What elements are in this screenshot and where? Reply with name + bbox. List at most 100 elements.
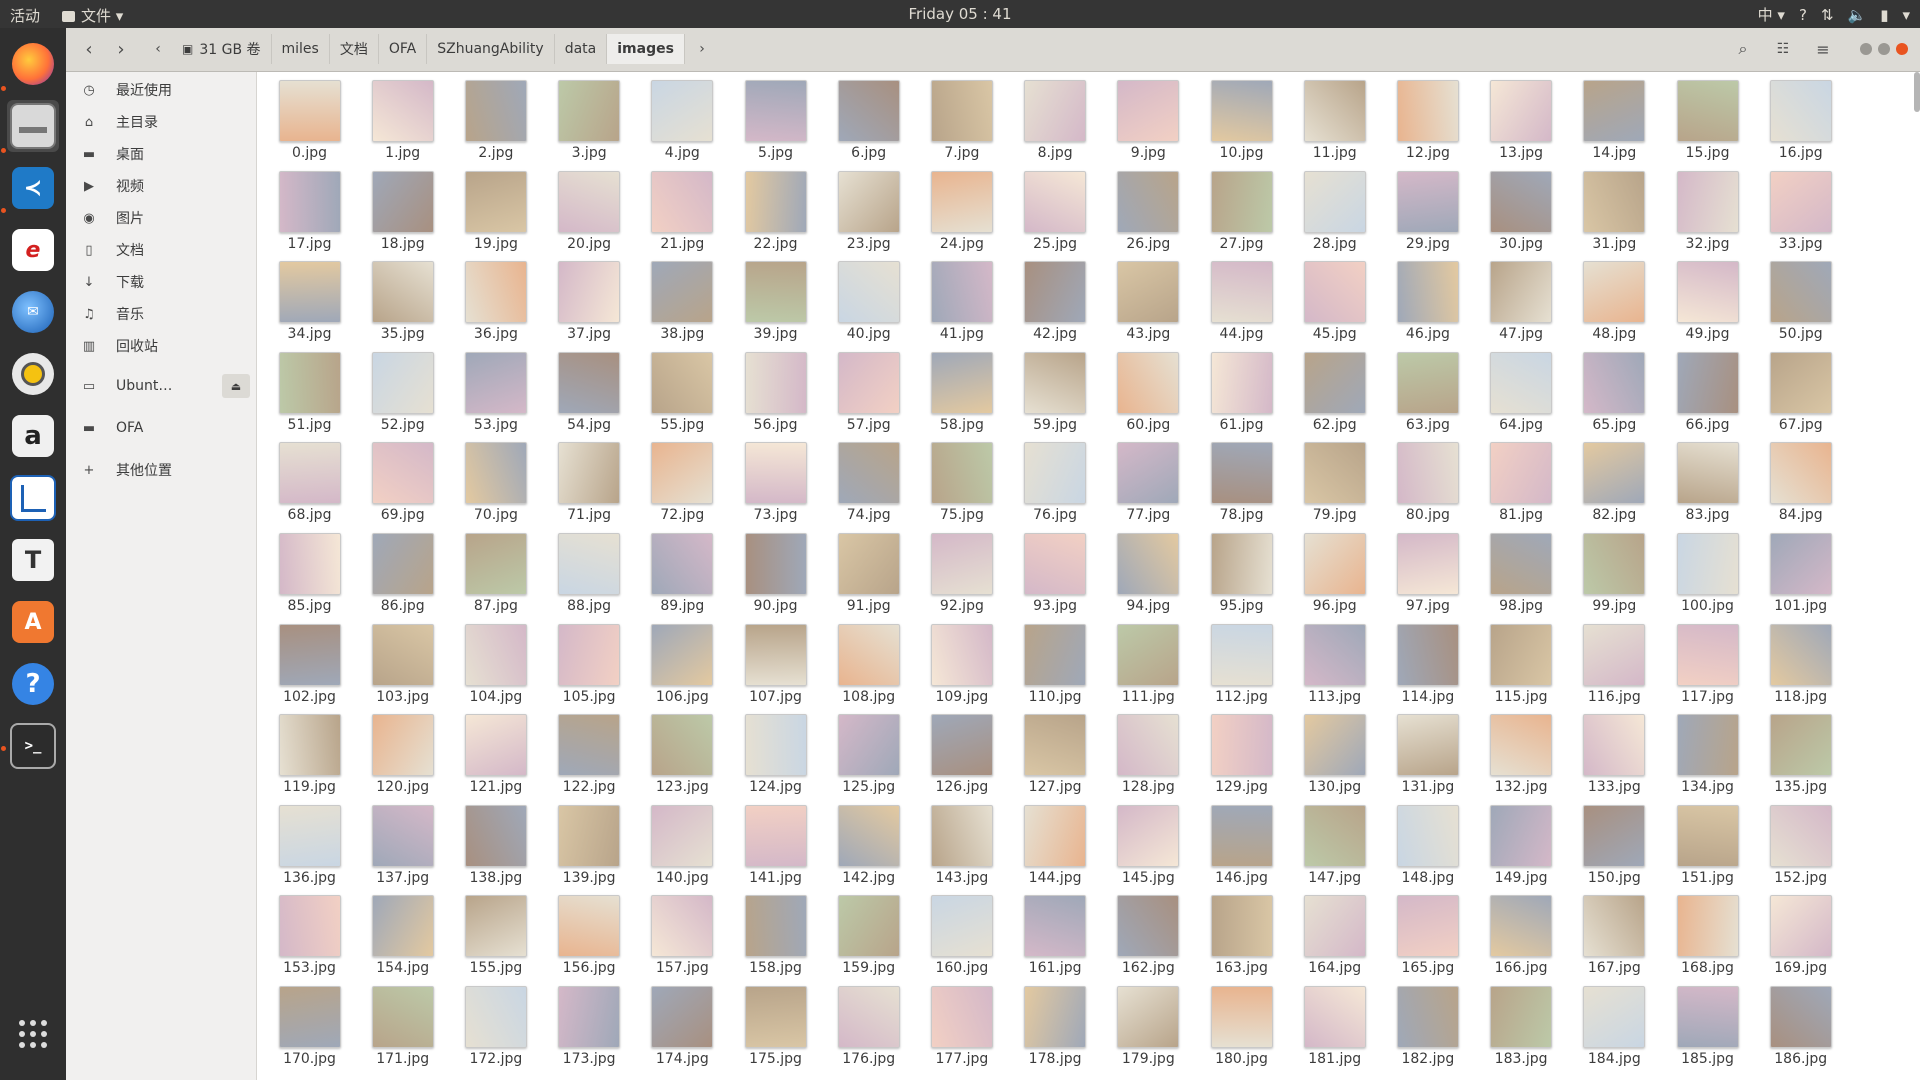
file-item[interactable]: 88.jpg bbox=[543, 525, 636, 615]
volume-icon[interactable]: 🔈 bbox=[1848, 6, 1867, 24]
file-item[interactable]: 149.jpg bbox=[1475, 797, 1568, 887]
file-item[interactable]: 82.jpg bbox=[1568, 434, 1661, 524]
view-toggle-button[interactable]: ☷ bbox=[1766, 34, 1800, 64]
file-item[interactable]: 171.jpg bbox=[356, 978, 449, 1068]
file-item[interactable]: 32.jpg bbox=[1661, 163, 1754, 253]
breadcrumb-item[interactable]: 文档 bbox=[330, 34, 379, 64]
file-item[interactable]: 153.jpg bbox=[263, 887, 356, 977]
file-item[interactable]: 65.jpg bbox=[1568, 344, 1661, 434]
file-item[interactable]: 62.jpg bbox=[1288, 344, 1381, 434]
file-item[interactable]: 101.jpg bbox=[1754, 525, 1847, 615]
typora-icon[interactable]: T bbox=[7, 534, 59, 586]
file-item[interactable]: 40.jpg bbox=[822, 253, 915, 343]
file-item[interactable]: 1.jpg bbox=[356, 72, 449, 162]
show-apps-icon[interactable] bbox=[7, 1008, 59, 1060]
file-item[interactable]: 47.jpg bbox=[1475, 253, 1568, 343]
file-item[interactable]: 167.jpg bbox=[1568, 887, 1661, 977]
breadcrumb-item[interactable]: miles bbox=[272, 34, 330, 64]
file-item[interactable]: 2.jpg bbox=[449, 72, 542, 162]
file-item[interactable]: 112.jpg bbox=[1195, 616, 1288, 706]
file-item[interactable]: 50.jpg bbox=[1754, 253, 1847, 343]
battery-icon[interactable]: ▮ bbox=[1880, 6, 1888, 24]
file-item[interactable]: 186.jpg bbox=[1754, 978, 1847, 1068]
file-item[interactable]: 17.jpg bbox=[263, 163, 356, 253]
file-item[interactable]: 147.jpg bbox=[1288, 797, 1381, 887]
file-item[interactable]: 11.jpg bbox=[1288, 72, 1381, 162]
file-item[interactable]: 145.jpg bbox=[1102, 797, 1195, 887]
file-item[interactable]: 58.jpg bbox=[915, 344, 1008, 434]
file-item[interactable]: 57.jpg bbox=[822, 344, 915, 434]
clock[interactable]: Friday 05 : 41 bbox=[909, 5, 1012, 23]
file-item[interactable]: 124.jpg bbox=[729, 706, 822, 796]
file-item[interactable]: 8.jpg bbox=[1009, 72, 1102, 162]
file-item[interactable]: 156.jpg bbox=[543, 887, 636, 977]
file-item[interactable]: 72.jpg bbox=[636, 434, 729, 524]
rhythmbox-icon[interactable] bbox=[7, 348, 59, 400]
file-item[interactable]: 6.jpg bbox=[822, 72, 915, 162]
file-item[interactable]: 176.jpg bbox=[822, 978, 915, 1068]
sidebar-item-trash[interactable]: ▥ 回收站 bbox=[66, 330, 256, 362]
file-item[interactable]: 44.jpg bbox=[1195, 253, 1288, 343]
path-scroll-left-button[interactable]: ‹ bbox=[148, 34, 168, 64]
file-item[interactable]: 105.jpg bbox=[543, 616, 636, 706]
sidebar-item-recent[interactable]: ◷ 最近使用 bbox=[66, 74, 256, 106]
help-icon[interactable]: ? bbox=[7, 658, 59, 710]
file-item[interactable]: 111.jpg bbox=[1102, 616, 1195, 706]
file-item[interactable]: 179.jpg bbox=[1102, 978, 1195, 1068]
system-menu-chevron-icon[interactable]: ▾ bbox=[1902, 6, 1910, 24]
maximize-button[interactable] bbox=[1876, 34, 1892, 64]
file-item[interactable]: 45.jpg bbox=[1288, 253, 1381, 343]
sidebar-item-documents[interactable]: ▯ 文档 bbox=[66, 234, 256, 266]
file-item[interactable]: 158.jpg bbox=[729, 887, 822, 977]
file-item[interactable]: 135.jpg bbox=[1754, 706, 1847, 796]
file-item[interactable]: 140.jpg bbox=[636, 797, 729, 887]
file-item[interactable]: 115.jpg bbox=[1475, 616, 1568, 706]
file-item[interactable]: 85.jpg bbox=[263, 525, 356, 615]
file-item[interactable]: 154.jpg bbox=[356, 887, 449, 977]
file-item[interactable]: 119.jpg bbox=[263, 706, 356, 796]
file-item[interactable]: 89.jpg bbox=[636, 525, 729, 615]
file-item[interactable]: 43.jpg bbox=[1102, 253, 1195, 343]
file-item[interactable]: 168.jpg bbox=[1661, 887, 1754, 977]
amazon-icon[interactable]: a bbox=[7, 410, 59, 462]
file-item[interactable]: 144.jpg bbox=[1009, 797, 1102, 887]
file-item[interactable]: 120.jpg bbox=[356, 706, 449, 796]
file-item[interactable]: 4.jpg bbox=[636, 72, 729, 162]
file-item[interactable]: 49.jpg bbox=[1661, 253, 1754, 343]
file-item[interactable]: 37.jpg bbox=[543, 253, 636, 343]
activities-button[interactable]: 活动 bbox=[10, 5, 40, 26]
file-item[interactable]: 95.jpg bbox=[1195, 525, 1288, 615]
sidebar-item-desktop[interactable]: ▬ 桌面 bbox=[66, 138, 256, 170]
software-center-icon[interactable]: A bbox=[7, 596, 59, 648]
libreoffice-writer-icon[interactable] bbox=[7, 472, 59, 524]
file-item[interactable]: 78.jpg bbox=[1195, 434, 1288, 524]
file-item[interactable]: 66.jpg bbox=[1661, 344, 1754, 434]
file-item[interactable]: 12.jpg bbox=[1381, 72, 1474, 162]
sidebar-item-home[interactable]: ⌂ 主目录 bbox=[66, 106, 256, 138]
file-item[interactable]: 41.jpg bbox=[915, 253, 1008, 343]
file-item[interactable]: 92.jpg bbox=[915, 525, 1008, 615]
file-item[interactable]: 177.jpg bbox=[915, 978, 1008, 1068]
input-method-indicator[interactable]: 中 ▾ bbox=[1758, 4, 1785, 25]
file-item[interactable]: 99.jpg bbox=[1568, 525, 1661, 615]
file-item[interactable]: 143.jpg bbox=[915, 797, 1008, 887]
file-item[interactable]: 56.jpg bbox=[729, 344, 822, 434]
file-item[interactable]: 77.jpg bbox=[1102, 434, 1195, 524]
file-item[interactable]: 34.jpg bbox=[263, 253, 356, 343]
file-item[interactable]: 70.jpg bbox=[449, 434, 542, 524]
file-item[interactable]: 146.jpg bbox=[1195, 797, 1288, 887]
file-item[interactable]: 94.jpg bbox=[1102, 525, 1195, 615]
search-button[interactable]: ⌕ bbox=[1726, 34, 1760, 64]
file-item[interactable]: 117.jpg bbox=[1661, 616, 1754, 706]
file-item[interactable]: 136.jpg bbox=[263, 797, 356, 887]
file-item[interactable]: 178.jpg bbox=[1009, 978, 1102, 1068]
file-item[interactable]: 14.jpg bbox=[1568, 72, 1661, 162]
text-editor-icon[interactable]: e bbox=[7, 224, 59, 276]
file-item[interactable]: 128.jpg bbox=[1102, 706, 1195, 796]
file-item[interactable]: 130.jpg bbox=[1288, 706, 1381, 796]
file-item[interactable]: 16.jpg bbox=[1754, 72, 1847, 162]
file-item[interactable]: 180.jpg bbox=[1195, 978, 1288, 1068]
file-item[interactable]: 172.jpg bbox=[449, 978, 542, 1068]
file-item[interactable]: 61.jpg bbox=[1195, 344, 1288, 434]
file-item[interactable]: 100.jpg bbox=[1661, 525, 1754, 615]
